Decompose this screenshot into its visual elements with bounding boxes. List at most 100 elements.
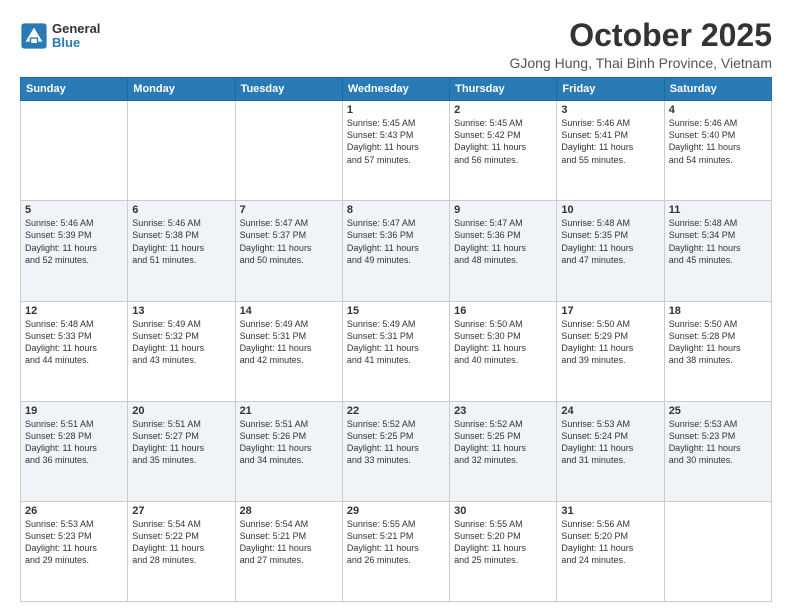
day-number: 30	[454, 505, 552, 517]
weekday-header-row: SundayMondayTuesdayWednesdayThursdayFrid…	[21, 78, 772, 101]
day-number: 12	[25, 305, 123, 317]
calendar-day-cell: 26Sunrise: 5:53 AM Sunset: 5:23 PM Dayli…	[21, 501, 128, 601]
weekday-header-wednesday: Wednesday	[342, 78, 449, 101]
calendar-day-cell: 12Sunrise: 5:48 AM Sunset: 5:33 PM Dayli…	[21, 301, 128, 401]
weekday-header-monday: Monday	[128, 78, 235, 101]
calendar-week-row: 26Sunrise: 5:53 AM Sunset: 5:23 PM Dayli…	[21, 501, 772, 601]
calendar-day-cell: 1Sunrise: 5:45 AM Sunset: 5:43 PM Daylig…	[342, 101, 449, 201]
title-block: October 2025 GJong Hung, Thai Binh Provi…	[509, 18, 772, 71]
day-number: 9	[454, 204, 552, 216]
day-number: 2	[454, 104, 552, 116]
day-info-text: Sunrise: 5:54 AM Sunset: 5:21 PM Dayligh…	[240, 518, 338, 567]
page: General Blue October 2025 GJong Hung, Th…	[0, 0, 792, 612]
day-info-text: Sunrise: 5:51 AM Sunset: 5:27 PM Dayligh…	[132, 418, 230, 467]
day-info-text: Sunrise: 5:50 AM Sunset: 5:28 PM Dayligh…	[669, 318, 767, 367]
location-subtitle: GJong Hung, Thai Binh Province, Vietnam	[509, 55, 772, 71]
weekday-header-sunday: Sunday	[21, 78, 128, 101]
calendar-week-row: 12Sunrise: 5:48 AM Sunset: 5:33 PM Dayli…	[21, 301, 772, 401]
calendar-day-cell: 16Sunrise: 5:50 AM Sunset: 5:30 PM Dayli…	[450, 301, 557, 401]
calendar-day-cell: 4Sunrise: 5:46 AM Sunset: 5:40 PM Daylig…	[664, 101, 771, 201]
empty-calendar-cell	[664, 501, 771, 601]
calendar-day-cell: 14Sunrise: 5:49 AM Sunset: 5:31 PM Dayli…	[235, 301, 342, 401]
calendar-day-cell: 18Sunrise: 5:50 AM Sunset: 5:28 PM Dayli…	[664, 301, 771, 401]
logo-blue-label: Blue	[52, 36, 100, 50]
day-info-text: Sunrise: 5:50 AM Sunset: 5:30 PM Dayligh…	[454, 318, 552, 367]
logo-icon	[20, 22, 48, 50]
weekday-header-thursday: Thursday	[450, 78, 557, 101]
month-title: October 2025	[509, 18, 772, 53]
day-number: 6	[132, 204, 230, 216]
calendar-day-cell: 15Sunrise: 5:49 AM Sunset: 5:31 PM Dayli…	[342, 301, 449, 401]
day-number: 4	[669, 104, 767, 116]
day-number: 3	[561, 104, 659, 116]
day-number: 16	[454, 305, 552, 317]
weekday-header-friday: Friday	[557, 78, 664, 101]
calendar-day-cell: 28Sunrise: 5:54 AM Sunset: 5:21 PM Dayli…	[235, 501, 342, 601]
empty-calendar-cell	[128, 101, 235, 201]
day-number: 5	[25, 204, 123, 216]
calendar-day-cell: 20Sunrise: 5:51 AM Sunset: 5:27 PM Dayli…	[128, 401, 235, 501]
day-number: 10	[561, 204, 659, 216]
day-info-text: Sunrise: 5:48 AM Sunset: 5:35 PM Dayligh…	[561, 217, 659, 266]
calendar-day-cell: 13Sunrise: 5:49 AM Sunset: 5:32 PM Dayli…	[128, 301, 235, 401]
day-info-text: Sunrise: 5:56 AM Sunset: 5:20 PM Dayligh…	[561, 518, 659, 567]
calendar-day-cell: 5Sunrise: 5:46 AM Sunset: 5:39 PM Daylig…	[21, 201, 128, 301]
day-number: 18	[669, 305, 767, 317]
day-number: 13	[132, 305, 230, 317]
day-number: 31	[561, 505, 659, 517]
calendar-day-cell: 9Sunrise: 5:47 AM Sunset: 5:36 PM Daylig…	[450, 201, 557, 301]
calendar-day-cell: 10Sunrise: 5:48 AM Sunset: 5:35 PM Dayli…	[557, 201, 664, 301]
calendar-table: SundayMondayTuesdayWednesdayThursdayFrid…	[20, 77, 772, 602]
day-number: 17	[561, 305, 659, 317]
day-info-text: Sunrise: 5:49 AM Sunset: 5:31 PM Dayligh…	[240, 318, 338, 367]
calendar-day-cell: 27Sunrise: 5:54 AM Sunset: 5:22 PM Dayli…	[128, 501, 235, 601]
logo-text: General Blue	[52, 22, 100, 51]
day-info-text: Sunrise: 5:46 AM Sunset: 5:39 PM Dayligh…	[25, 217, 123, 266]
calendar-day-cell: 31Sunrise: 5:56 AM Sunset: 5:20 PM Dayli…	[557, 501, 664, 601]
day-info-text: Sunrise: 5:47 AM Sunset: 5:36 PM Dayligh…	[454, 217, 552, 266]
day-number: 8	[347, 204, 445, 216]
day-info-text: Sunrise: 5:51 AM Sunset: 5:26 PM Dayligh…	[240, 418, 338, 467]
calendar-day-cell: 29Sunrise: 5:55 AM Sunset: 5:21 PM Dayli…	[342, 501, 449, 601]
day-info-text: Sunrise: 5:46 AM Sunset: 5:40 PM Dayligh…	[669, 117, 767, 166]
empty-calendar-cell	[235, 101, 342, 201]
calendar-week-row: 19Sunrise: 5:51 AM Sunset: 5:28 PM Dayli…	[21, 401, 772, 501]
day-info-text: Sunrise: 5:55 AM Sunset: 5:21 PM Dayligh…	[347, 518, 445, 567]
day-number: 26	[25, 505, 123, 517]
calendar-day-cell: 11Sunrise: 5:48 AM Sunset: 5:34 PM Dayli…	[664, 201, 771, 301]
calendar-day-cell: 21Sunrise: 5:51 AM Sunset: 5:26 PM Dayli…	[235, 401, 342, 501]
day-info-text: Sunrise: 5:46 AM Sunset: 5:38 PM Dayligh…	[132, 217, 230, 266]
calendar-day-cell: 3Sunrise: 5:46 AM Sunset: 5:41 PM Daylig…	[557, 101, 664, 201]
calendar-day-cell: 23Sunrise: 5:52 AM Sunset: 5:25 PM Dayli…	[450, 401, 557, 501]
calendar-day-cell: 24Sunrise: 5:53 AM Sunset: 5:24 PM Dayli…	[557, 401, 664, 501]
day-info-text: Sunrise: 5:45 AM Sunset: 5:43 PM Dayligh…	[347, 117, 445, 166]
calendar-day-cell: 22Sunrise: 5:52 AM Sunset: 5:25 PM Dayli…	[342, 401, 449, 501]
calendar-day-cell: 17Sunrise: 5:50 AM Sunset: 5:29 PM Dayli…	[557, 301, 664, 401]
day-number: 25	[669, 405, 767, 417]
day-info-text: Sunrise: 5:53 AM Sunset: 5:23 PM Dayligh…	[669, 418, 767, 467]
empty-calendar-cell	[21, 101, 128, 201]
day-number: 24	[561, 405, 659, 417]
day-info-text: Sunrise: 5:53 AM Sunset: 5:23 PM Dayligh…	[25, 518, 123, 567]
day-info-text: Sunrise: 5:50 AM Sunset: 5:29 PM Dayligh…	[561, 318, 659, 367]
day-number: 27	[132, 505, 230, 517]
calendar-day-cell: 19Sunrise: 5:51 AM Sunset: 5:28 PM Dayli…	[21, 401, 128, 501]
day-number: 22	[347, 405, 445, 417]
day-info-text: Sunrise: 5:52 AM Sunset: 5:25 PM Dayligh…	[347, 418, 445, 467]
day-info-text: Sunrise: 5:53 AM Sunset: 5:24 PM Dayligh…	[561, 418, 659, 467]
day-number: 20	[132, 405, 230, 417]
day-info-text: Sunrise: 5:46 AM Sunset: 5:41 PM Dayligh…	[561, 117, 659, 166]
day-info-text: Sunrise: 5:54 AM Sunset: 5:22 PM Dayligh…	[132, 518, 230, 567]
day-info-text: Sunrise: 5:45 AM Sunset: 5:42 PM Dayligh…	[454, 117, 552, 166]
weekday-header-saturday: Saturday	[664, 78, 771, 101]
logo: General Blue	[20, 22, 100, 51]
calendar-day-cell: 7Sunrise: 5:47 AM Sunset: 5:37 PM Daylig…	[235, 201, 342, 301]
day-number: 19	[25, 405, 123, 417]
day-info-text: Sunrise: 5:49 AM Sunset: 5:31 PM Dayligh…	[347, 318, 445, 367]
day-info-text: Sunrise: 5:55 AM Sunset: 5:20 PM Dayligh…	[454, 518, 552, 567]
day-number: 23	[454, 405, 552, 417]
calendar-day-cell: 30Sunrise: 5:55 AM Sunset: 5:20 PM Dayli…	[450, 501, 557, 601]
header: General Blue October 2025 GJong Hung, Th…	[20, 18, 772, 71]
day-number: 28	[240, 505, 338, 517]
day-info-text: Sunrise: 5:49 AM Sunset: 5:32 PM Dayligh…	[132, 318, 230, 367]
